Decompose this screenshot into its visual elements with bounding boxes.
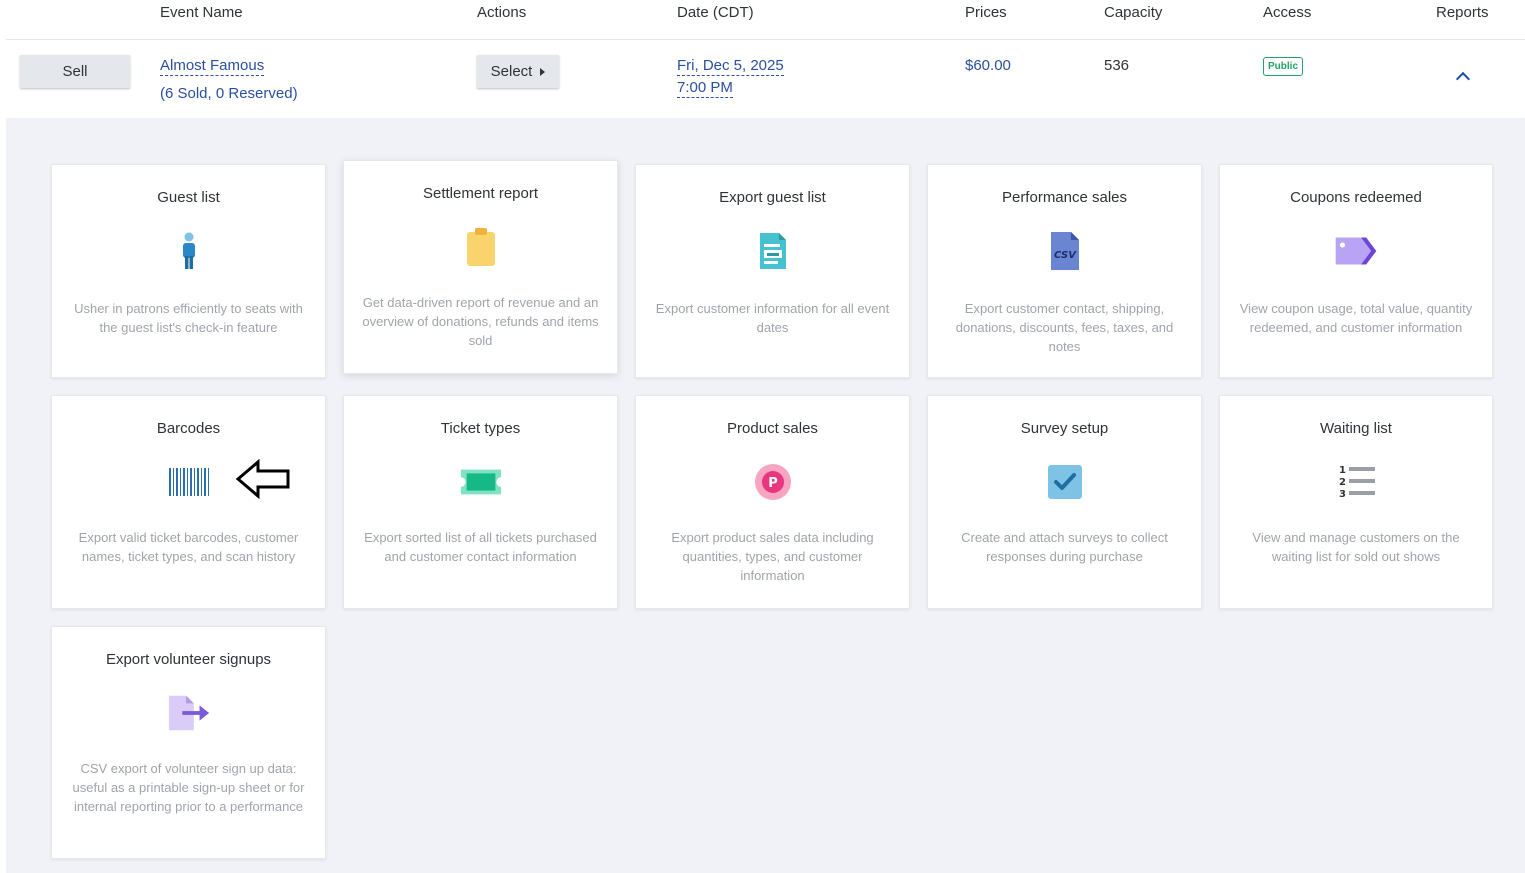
event-time-link[interactable]: 7:00 PM	[677, 79, 733, 98]
barcode-icon	[167, 460, 211, 504]
report-description: Get data-driven report of revenue and an…	[362, 295, 599, 348]
report-description: Export customer contact, shipping, donat…	[955, 301, 1174, 354]
report-title: Guest list	[157, 189, 220, 206]
report-title: Performance sales	[1001, 189, 1128, 206]
column-header-event-name: Event Name	[160, 4, 243, 21]
report-card-export-volunteer-signups[interactable]: Export volunteer signups CSV export of v…	[51, 626, 326, 859]
report-card-guest-list[interactable]: Guest list Usher in patrons efficiently …	[51, 164, 326, 378]
select-label: Select	[490, 63, 533, 80]
report-title: Coupons redeemed	[1290, 189, 1422, 206]
column-header-access: Access	[1263, 4, 1312, 21]
sell-button[interactable]: Sell	[20, 55, 130, 88]
product-p-icon: P	[751, 460, 795, 504]
report-description: Export customer information for all even…	[655, 301, 890, 335]
access-badge: Public	[1263, 57, 1304, 76]
person-icon	[167, 229, 211, 273]
p-icon-text: P	[768, 476, 778, 491]
event-capacity: 536	[1104, 57, 1130, 74]
list-number-3: 3	[1339, 489, 1346, 500]
report-card-ticket-types[interactable]: Ticket types Export sorted list of all t…	[343, 395, 618, 609]
report-description: View coupon usage, total value, quantity…	[1239, 301, 1473, 335]
caret-right-icon	[540, 67, 546, 76]
report-title: Export guest list	[719, 189, 826, 206]
report-card-product-sales[interactable]: Product sales P Export product sales dat…	[635, 395, 910, 609]
report-card-survey-setup[interactable]: Survey setup Create and attach surveys t…	[927, 395, 1202, 609]
actions-select-button[interactable]: Select	[477, 55, 559, 88]
numbered-list-icon: 1 2 3	[1334, 460, 1378, 504]
column-header-reports: Reports	[1436, 4, 1489, 21]
csv-file-icon: CSV	[1043, 229, 1087, 273]
report-description: Export valid ticket barcodes, customer n…	[78, 530, 299, 564]
event-sold-info: (6 Sold, 0 Reserved)	[160, 85, 298, 102]
report-card-settlement-report[interactable]: Settlement report Get data-driven report…	[343, 160, 618, 374]
ticket-icon	[459, 460, 503, 504]
report-title: Export volunteer signups	[105, 651, 272, 668]
report-card-export-guest-list[interactable]: Export guest list Export customer inform…	[635, 164, 910, 378]
report-description: Usher in patrons efficiently to seats wi…	[74, 301, 303, 335]
tag-icon	[1334, 229, 1378, 273]
document-export-icon	[751, 229, 795, 273]
report-title: Settlement report	[422, 185, 539, 202]
column-header-prices: Prices	[965, 4, 1007, 21]
report-title: Ticket types	[440, 420, 521, 437]
report-description: Export product sales data including quan…	[671, 530, 874, 583]
report-card-performance-sales[interactable]: Performance sales CSV Export customer co…	[927, 164, 1202, 378]
report-title: Survey setup	[1020, 420, 1109, 437]
file-export-icon	[167, 691, 211, 735]
report-card-barcodes[interactable]: Barcodes Export valid ticket barcodes, c…	[51, 395, 326, 609]
report-card-coupons-redeemed[interactable]: Coupons redeemed View coupon usage, tota…	[1219, 164, 1493, 378]
report-title: Waiting list	[1320, 420, 1392, 437]
report-title: Barcodes	[156, 420, 221, 437]
chevron-up-icon[interactable]	[1455, 71, 1471, 87]
event-row: Sell Almost Famous (6 Sold, 0 Reserved) …	[6, 40, 1525, 118]
annotation-arrow-icon	[236, 459, 290, 499]
column-header-actions: Actions	[477, 4, 527, 21]
report-description: CSV export of volunteer sign up data: us…	[72, 761, 305, 814]
report-description: View and manage customers on the waiting…	[1252, 530, 1460, 564]
report-title: Product sales	[727, 420, 818, 437]
report-card-waiting-list[interactable]: Waiting list 1 2 3 View and manage custo…	[1219, 395, 1493, 609]
checkbox-icon	[1043, 460, 1087, 504]
event-name-link[interactable]: Almost Famous	[160, 57, 265, 76]
event-date-link[interactable]: Fri, Dec 5, 2025	[677, 57, 784, 76]
column-header-date: Date (CDT)	[677, 4, 754, 21]
list-number-1: 1	[1339, 465, 1346, 476]
list-number-2: 2	[1339, 477, 1346, 488]
table-header: Event Name Actions Date (CDT) Prices Cap…	[6, 0, 1525, 40]
report-description: Export sorted list of all tickets purcha…	[364, 530, 597, 564]
clipboard-icon	[459, 225, 503, 269]
report-description: Create and attach surveys to collect res…	[961, 530, 1168, 564]
csv-icon-text: CSV	[1054, 250, 1077, 261]
event-price: $60.00	[965, 57, 1011, 74]
column-header-capacity: Capacity	[1104, 4, 1163, 21]
